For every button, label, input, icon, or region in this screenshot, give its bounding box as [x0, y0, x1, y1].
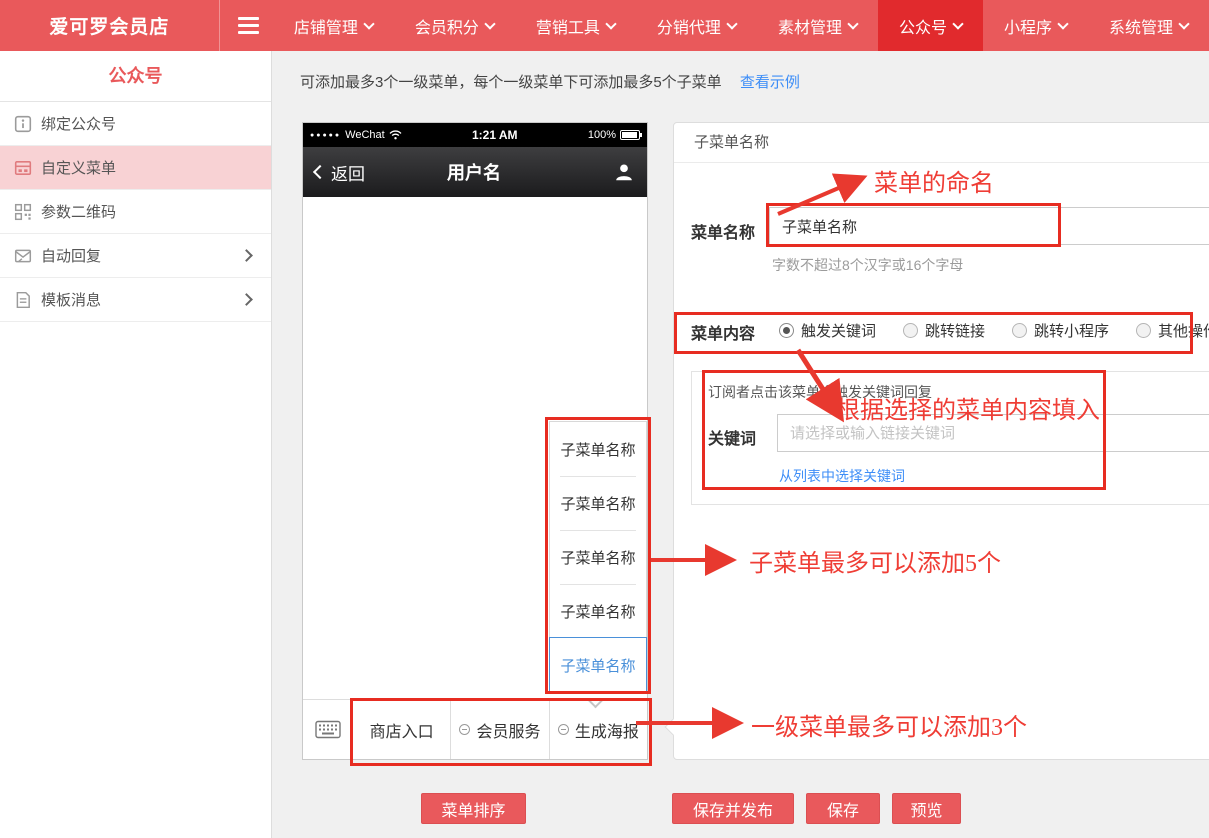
submenu-edit-panel: 子菜单名称 菜单名称 字数不超过8个汉字或16个字母 菜单内容 触发关键词 跳转… [673, 122, 1209, 760]
nav-item-points[interactable]: 会员积分 [394, 0, 515, 51]
keyword-label: 关键词 [708, 425, 756, 449]
hint-text: 可添加最多3个一级菜单，每个一级菜单下可添加最多5个子菜单 [300, 74, 722, 91]
sidebar-item-bind-account[interactable]: 绑定公众号 [0, 102, 271, 146]
hamburger-icon[interactable] [238, 0, 259, 51]
sidebar: 公众号 绑定公众号 自定义菜单 参数二维码 自动回复 [0, 51, 272, 838]
nav-item-mini-program[interactable]: 小程序 [983, 0, 1088, 51]
chevron-right-icon [240, 249, 253, 262]
submenu-item-selected[interactable]: 子菜单名称 [549, 637, 647, 693]
qrcode-icon [14, 203, 32, 221]
view-example-link[interactable]: 查看示例 [740, 74, 800, 91]
phone-navbar: 返回 用户名 [303, 147, 647, 197]
keyword-input[interactable] [777, 414, 1209, 452]
nav-item-system[interactable]: 系统管理 [1088, 0, 1209, 51]
nav-item-official-account[interactable]: 公众号 [878, 0, 983, 51]
battery-icon [620, 130, 640, 140]
radio-jump-link[interactable]: 跳转链接 [903, 320, 985, 341]
menu-content-options: 触发关键词 跳转链接 跳转小程序 其他操作 [779, 320, 1209, 341]
phone-title: 用户名 [335, 159, 613, 185]
nav-item-marketing[interactable]: 营销工具 [515, 0, 636, 51]
menu-content-label: 菜单内容 [691, 320, 755, 344]
panel-tail [665, 719, 682, 736]
submenu-item[interactable]: 子菜单名称 [550, 530, 646, 584]
submenu-popup: 子菜单名称 子菜单名称 子菜单名称 子菜单名称 子菜单名称 [549, 421, 647, 693]
radio-icon [1012, 323, 1027, 338]
radio-icon [903, 323, 918, 338]
menu-name-input[interactable] [769, 207, 1209, 245]
bottom-menu-item-poster[interactable]: 生成海报 [550, 700, 647, 759]
chevron-down-icon [847, 18, 858, 29]
sidebar-title: 公众号 [0, 51, 271, 102]
submenu-item[interactable]: 子菜单名称 [550, 584, 646, 638]
bottom-menu-item-member[interactable]: 会员服务 [451, 700, 549, 759]
bottom-menu-item-shop[interactable]: 商店入口 [353, 700, 451, 759]
submenu-item[interactable]: 子菜单名称 [550, 476, 646, 530]
main-nav: 店铺管理 会员积分 营销工具 分销代理 素材管理 公众号 小程序 系统管理 [273, 0, 1209, 51]
chevron-right-icon [240, 293, 253, 306]
carrier-label: WeChat [345, 129, 385, 141]
radio-other-action[interactable]: 其他操作 [1136, 320, 1209, 341]
menu-circle-icon [459, 724, 470, 735]
radio-jump-miniprogram[interactable]: 跳转小程序 [1012, 320, 1109, 341]
save-button[interactable]: 保存 [806, 793, 880, 824]
chevron-down-icon [605, 18, 616, 29]
menu-circle-icon [558, 724, 569, 735]
preview-button[interactable]: 预览 [892, 793, 961, 824]
phone-statusbar: ●●●●● WeChat 1:21 AM 100% [303, 123, 647, 147]
custom-menu-icon [14, 159, 32, 177]
menu-sort-button[interactable]: 菜单排序 [421, 793, 526, 824]
radio-icon [1136, 323, 1151, 338]
battery-percent: 100% [588, 129, 616, 141]
phone-preview: ●●●●● WeChat 1:21 AM 100% 返回 用户名 子菜 [302, 122, 648, 760]
menu-name-hint: 字数不超过8个汉字或16个字母 [772, 255, 963, 275]
chevron-down-icon [484, 18, 495, 29]
info-icon [14, 115, 32, 133]
app-root: 爱可罗会员店 店铺管理 会员积分 营销工具 分销代理 素材管理 公众号 小程序 … [0, 0, 1209, 838]
sidebar-item-qrcode[interactable]: 参数二维码 [0, 190, 271, 234]
auto-reply-icon [14, 247, 32, 265]
chevron-down-icon [1057, 18, 1068, 29]
panel-header: 子菜单名称 [674, 123, 1209, 163]
signal-dots-icon: ●●●●● [310, 132, 341, 139]
chevron-down-icon [1178, 18, 1189, 29]
keyboard-toggle[interactable] [303, 700, 353, 759]
sidebar-item-auto-reply[interactable]: 自动回复 [0, 234, 271, 278]
person-icon[interactable] [613, 161, 635, 183]
nav-item-store[interactable]: 店铺管理 [273, 0, 394, 51]
radio-trigger-keyword[interactable]: 触发关键词 [779, 320, 876, 341]
nav-item-material[interactable]: 素材管理 [757, 0, 878, 51]
keyword-description: 订阅者点击该菜单会触发关键词回复 [708, 382, 932, 402]
brand-title: 爱可罗会员店 [0, 0, 220, 51]
chevron-down-icon [952, 18, 963, 29]
save-publish-button[interactable]: 保存并发布 [672, 793, 794, 824]
submenu-item[interactable]: 子菜单名称 [550, 422, 646, 476]
wifi-icon [389, 130, 402, 140]
radio-icon [779, 323, 794, 338]
chevron-down-icon [726, 18, 737, 29]
keyword-panel: 订阅者点击该菜单会触发关键词回复 关键词 从列表中选择关键词 [691, 371, 1209, 505]
sidebar-item-template-message[interactable]: 模板消息 [0, 278, 271, 322]
menu-name-label: 菜单名称 [691, 219, 755, 243]
page-hint: 可添加最多3个一级菜单，每个一级菜单下可添加最多5个子菜单 查看示例 [300, 71, 800, 92]
template-message-icon [14, 291, 32, 309]
statusbar-time: 1:21 AM [402, 128, 588, 142]
top-navbar: 爱可罗会员店 店铺管理 会员积分 营销工具 分销代理 素材管理 公众号 小程序 … [0, 0, 1209, 51]
sidebar-item-custom-menu[interactable]: 自定义菜单 [0, 146, 271, 190]
battery-status: 100% [588, 129, 640, 141]
keyboard-icon [315, 720, 341, 739]
choose-keyword-link[interactable]: 从列表中选择关键词 [779, 466, 905, 486]
chevron-left-icon [313, 165, 327, 179]
nav-item-distribution[interactable]: 分销代理 [636, 0, 757, 51]
chevron-down-icon [363, 18, 374, 29]
